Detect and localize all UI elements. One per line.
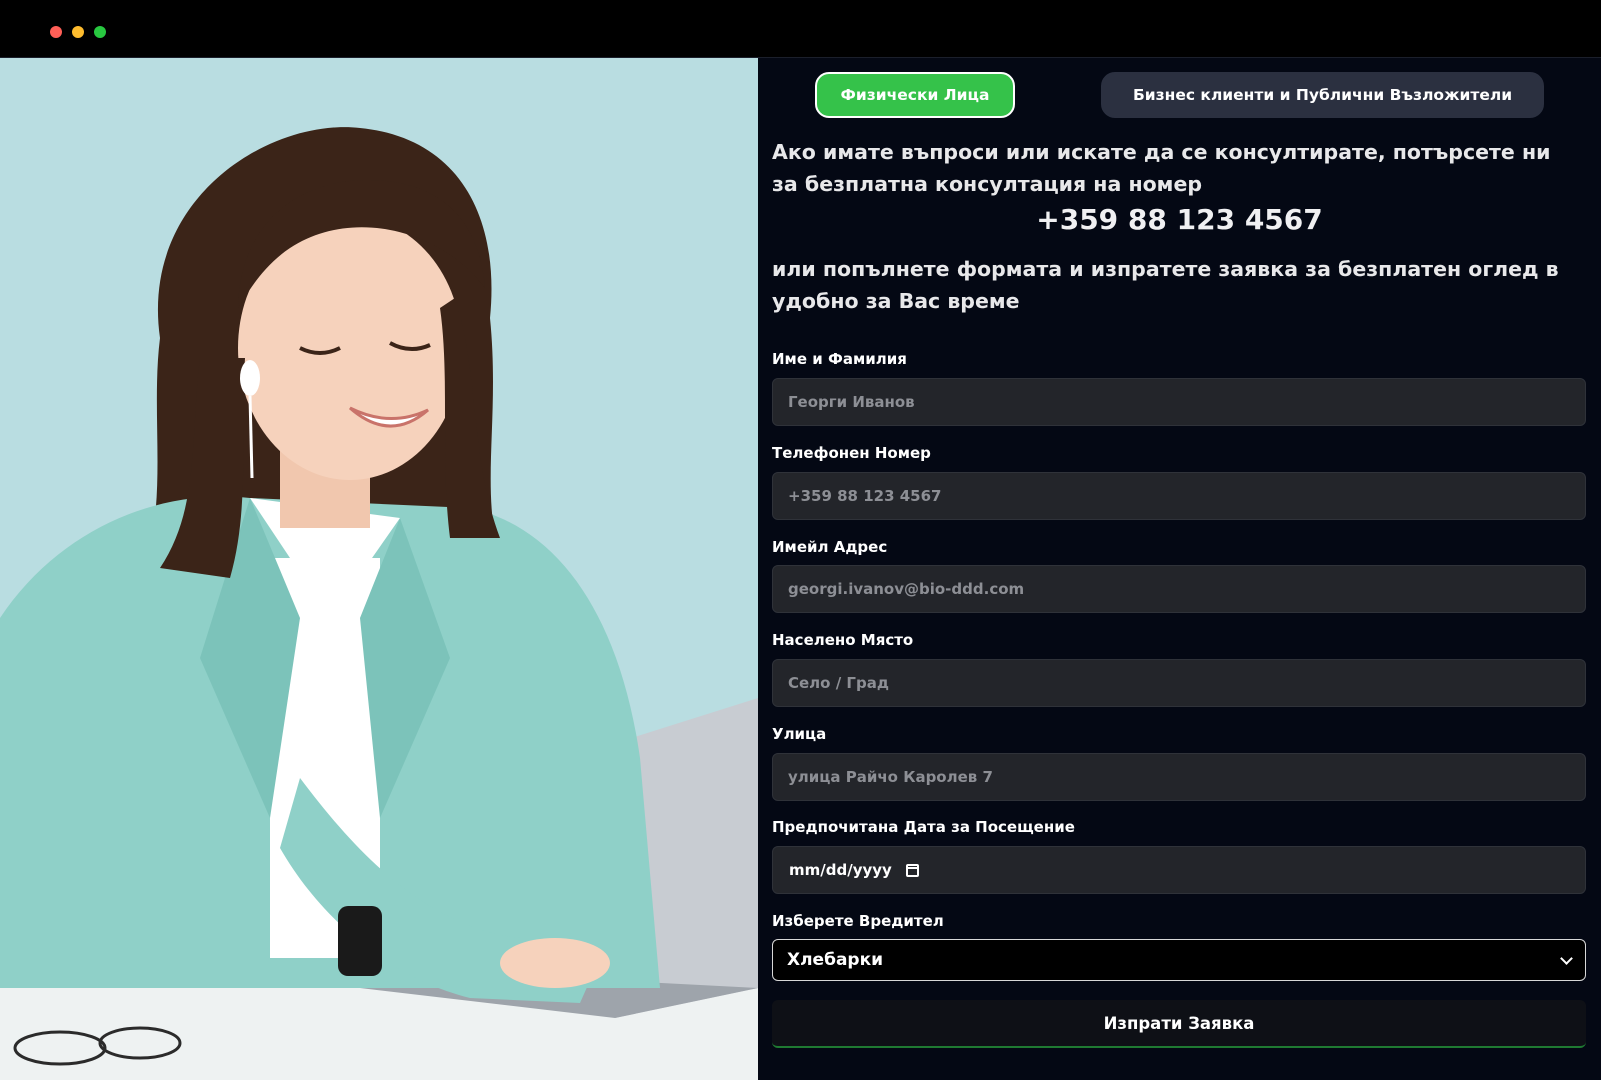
contact-form-panel: Физически Лица Бизнес клиенти и Публични… [758,58,1601,1080]
pest-select[interactable]: Хлебарки [772,939,1586,981]
city-input[interactable] [772,659,1586,707]
city-label: Населено Място [772,631,914,649]
phone-input[interactable] [772,472,1586,520]
tab-business-clients[interactable]: Бизнес клиенти и Публични Възложители [1101,72,1544,118]
close-window-dot[interactable] [50,26,62,38]
window-titlebar [0,0,1601,58]
tab-individuals[interactable]: Физически Лица [815,72,1015,118]
phone-number: +359 88 123 4567 [1036,203,1323,236]
intro-text: Ако имате въпроси или искате да се консу… [772,140,1551,196]
calendar-icon[interactable] [905,863,919,877]
email-label: Имейл Адрес [772,538,888,556]
street-label: Улица [772,725,827,743]
hero-image [0,58,758,1080]
pest-label: Изберете Вредител [772,912,944,930]
street-input[interactable] [772,753,1586,801]
phone-label: Телефонен Номер [772,444,931,462]
submit-request-button[interactable]: Изпрати Заявка [772,1000,1586,1048]
minimize-window-dot[interactable] [72,26,84,38]
intro-text-form: или попълнете формата и изпратете заявка… [772,257,1559,313]
date-placeholder: mm/dd/yyyy [789,861,892,879]
date-label: Предпочитана Дата за Посещение [772,818,1075,836]
name-label: Име и Фамилия [772,350,907,368]
pest-selected-value: Хлебарки [787,950,884,970]
chevron-down-icon [1560,951,1573,965]
visit-date-input[interactable]: mm/dd/yyyy [772,846,1586,894]
maximize-window-dot[interactable] [94,26,106,38]
name-input[interactable] [772,378,1586,426]
email-input[interactable] [772,565,1586,613]
